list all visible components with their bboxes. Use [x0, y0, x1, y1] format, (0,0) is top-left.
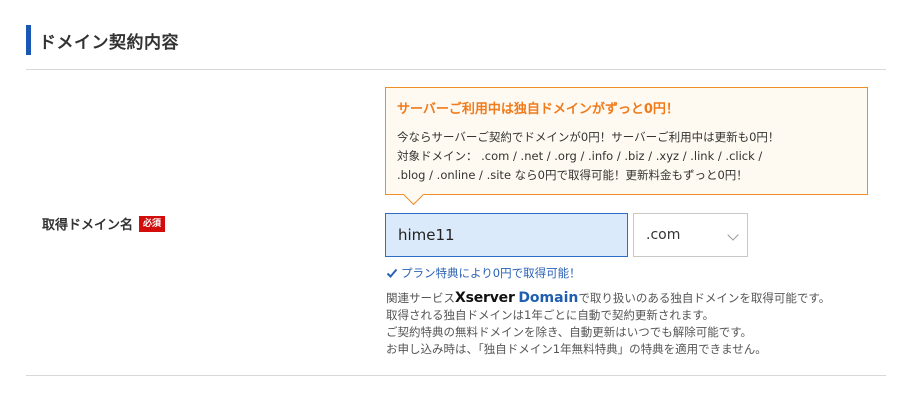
section-accent-bar: [26, 25, 31, 55]
note-line: お申し込み時は、「独自ドメイン1年無料特典」の特典を適用できません。: [386, 342, 767, 356]
domain-notes: 関連サービスXserver Domainで取り扱いのある独自ドメインを取得可能で…: [386, 290, 830, 358]
domain-brand: Domain: [518, 290, 579, 306]
chevron-down-icon: [727, 229, 739, 241]
note-suffix: で取り扱いのある独自ドメインを取得可能です。: [578, 291, 831, 305]
promo-line: 今ならサーバーご契約でドメインが0円！サーバーご利用中は更新も0円！: [397, 130, 780, 144]
xserver-brand: Xserver: [455, 290, 515, 306]
section-header: ドメイン契約内容: [26, 25, 179, 55]
plan-benefit-text: プラン特典により0円で取得可能！: [401, 266, 581, 280]
section-title: ドメイン契約内容: [39, 32, 179, 53]
divider-bottom: [26, 375, 886, 376]
note-prefix: 関連サービス: [386, 291, 455, 305]
tld-select[interactable]: .com: [633, 213, 748, 257]
domain-name-input[interactable]: [385, 213, 628, 257]
domain-field-label: 取得ドメイン名 必須: [42, 214, 166, 233]
required-badge: 必須: [139, 215, 166, 232]
promo-body: 今ならサーバーご契約でドメインが0円！サーバーご利用中は更新も0円！ 対象ドメイ…: [397, 128, 856, 185]
promo-callout: サーバーご利用中は独自ドメインがずっと0円！ 今ならサーバーご契約でドメインが0…: [385, 87, 868, 195]
note-line: ご契約特典の無料ドメインを除き、自動更新はいつでも解除可能です。: [386, 325, 753, 339]
promo-line: 対象ドメイン： .com / .net / .org / .info / .bi…: [397, 149, 763, 163]
divider-top: [26, 69, 886, 70]
promo-title: サーバーご利用中は独自ドメインがずっと0円！: [397, 102, 679, 117]
check-icon: [386, 268, 398, 278]
promo-line: .blog / .online / .site なら0円で取得可能！更新料金もず…: [397, 168, 748, 182]
note-line: 取得される独自ドメインは1年ごとに自動で契約更新されます。: [386, 308, 715, 322]
plan-benefit-note: プラン特典により0円で取得可能！: [386, 265, 581, 281]
domain-label-text: 取得ドメイン名: [42, 218, 134, 233]
note-line: 関連サービスXserver Domainで取り扱いのある独自ドメインを取得可能で…: [386, 290, 830, 307]
tld-selected-value: .com: [646, 227, 681, 243]
